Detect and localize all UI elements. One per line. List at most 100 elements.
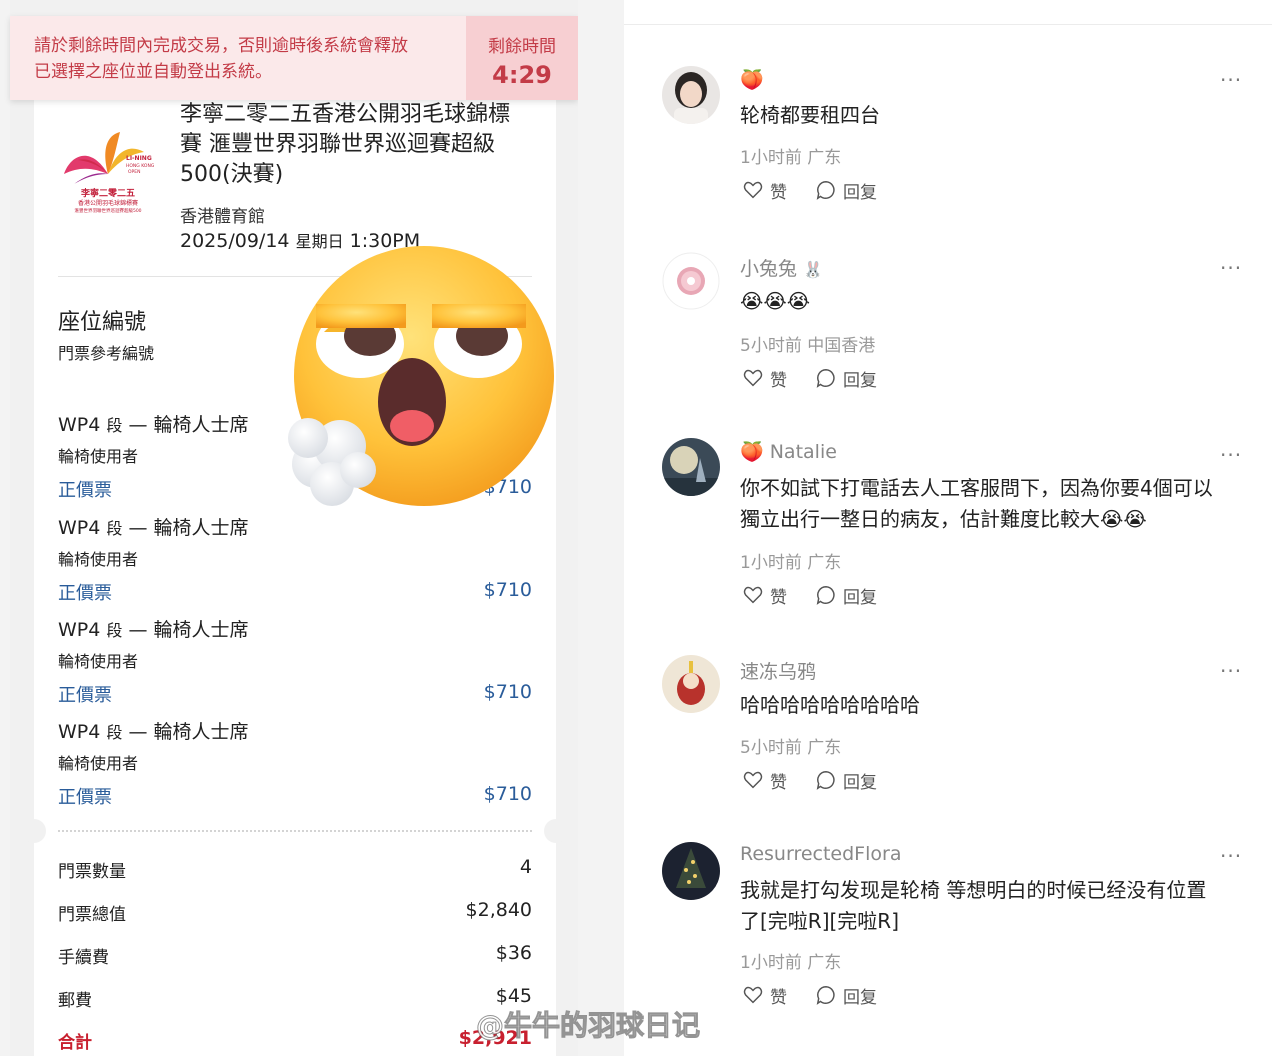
figurine-avatar[interactable]	[662, 655, 720, 713]
countdown-value: 4:29	[492, 61, 552, 89]
comment-text-line2: 獨立出行一整日的病友，估計難度比較大😭😭	[740, 504, 1240, 535]
crying-emoji-icon: 😭😭	[1100, 507, 1147, 531]
comment-actions: 赞 回复	[742, 583, 877, 608]
qty-value: 4	[519, 856, 532, 878]
comment-meta: 1小时前 广东	[740, 948, 841, 973]
event-title-line1: 李寧二零二五香港公開羽毛球錦標	[180, 102, 511, 127]
username[interactable]: ResurrectedFlora	[740, 843, 901, 865]
subtotal-label: 門票總值	[58, 905, 126, 925]
seat-seg: 段	[106, 621, 123, 640]
like-button[interactable]: 赞	[770, 583, 787, 608]
comment-text: 你不如試下打電話去人工客服問下，因為你要4個可以 獨立出行一整日的病友，估計難度…	[740, 473, 1240, 535]
subtotal-value: $2,840	[465, 899, 532, 921]
comment-text: 哈哈哈哈哈哈哈哈哈	[740, 693, 920, 717]
heart-icon[interactable]	[742, 984, 764, 1006]
ticket-checkout-panel: LI-NING HONG KONG OPEN 李寧二零二五 香港公開羽毛球錦標賽…	[10, 0, 578, 1056]
seat-section-title: 座位編號	[58, 310, 147, 335]
reply-button[interactable]: 回复	[843, 178, 877, 203]
ticket-notch	[544, 819, 568, 843]
comment-actions: 赞 回复	[742, 366, 877, 391]
comment-meta: 1小时前 广东	[740, 548, 841, 573]
girl-photo-avatar[interactable]	[662, 66, 720, 124]
peach-icon: 🍑	[740, 441, 764, 463]
reply-button[interactable]: 回复	[843, 768, 877, 793]
comment-text: 我就是打勾发现是轮椅 等想明白的时候已经没有位置 了[完啦R][完啦R]	[740, 875, 1240, 937]
username-text: Natalie	[769, 441, 837, 463]
comment-bubble-icon[interactable]	[815, 584, 837, 606]
more-options-button[interactable]: ···	[1220, 659, 1242, 683]
more-options-button[interactable]: ···	[1220, 68, 1242, 92]
username[interactable]: 速冻乌鸦	[740, 657, 816, 684]
logo-caption: 李寧二零二五 香港公開羽毛球錦標賽 滙豐世界羽聯世界巡迴賽超級500	[60, 130, 156, 226]
timeout-warning-line1: 請於剩餘時間內完成交易，否則逾時後系統會釋放	[34, 36, 408, 56]
heart-icon[interactable]	[742, 769, 764, 791]
countdown-box: 剩餘時間 4:29	[466, 16, 578, 100]
seat-dash: —	[128, 721, 148, 743]
comment-text-line1: 你不如試下打電話去人工客服問下，因為你要4個可以	[740, 476, 1213, 500]
venue: 香港體育館	[180, 207, 265, 227]
comment-time: 1小时前	[740, 553, 802, 573]
ticket-type: 正價票	[58, 685, 112, 706]
event-title-line3: 500(決賽)	[180, 162, 284, 187]
logo-text-line2: 香港公開羽毛球錦標賽	[77, 200, 138, 207]
more-options-button[interactable]: ···	[1220, 844, 1242, 868]
peach-emoji-name[interactable]: 🍑	[740, 68, 764, 91]
donut-avatar[interactable]	[662, 252, 720, 310]
more-options-button[interactable]: ···	[1220, 256, 1242, 280]
more-options-button[interactable]: ···	[1220, 443, 1242, 467]
comment-location: 中国香港	[807, 336, 876, 356]
heart-icon[interactable]	[742, 367, 764, 389]
seat-dash: —	[128, 414, 148, 436]
seat-section: WP4	[58, 619, 101, 641]
reply-button[interactable]: 回复	[843, 583, 877, 608]
gap	[578, 0, 624, 1056]
comment-meta: 1小时前 广东	[740, 143, 841, 168]
username[interactable]: 小兔兔 🐰	[740, 254, 823, 281]
moon-landscape-avatar[interactable]	[662, 438, 720, 496]
seat-area: 輪椅人士席	[153, 721, 249, 743]
comment-text: 轮椅都要租四台	[740, 103, 880, 127]
seat-name: WP4 段 — 輪椅人士席	[58, 513, 249, 540]
seat-section: WP4	[58, 517, 101, 539]
seat-area: 輪椅人士席	[153, 414, 249, 436]
christmas-tree-avatar[interactable]	[662, 842, 720, 900]
seat-section: WP4	[58, 414, 101, 436]
like-button[interactable]: 赞	[770, 768, 787, 793]
username-text: 小兔兔	[740, 258, 798, 280]
heart-icon[interactable]	[742, 584, 764, 606]
seat-section: WP4	[58, 721, 101, 743]
reply-button[interactable]: 回复	[843, 366, 877, 391]
comment-bubble-icon[interactable]	[815, 367, 837, 389]
seat-name: WP4 段 — 輪椅人士席	[58, 615, 249, 642]
seat-user: 輪椅使用者	[58, 754, 139, 773]
ticket-type: 正價票	[58, 787, 112, 808]
comments-panel: 🍑 ··· 轮椅都要租四台 1小时前 广东 赞 回复 小兔兔 🐰 ··· 😭😭😭	[624, 0, 1272, 1056]
like-button[interactable]: 赞	[770, 983, 787, 1008]
seat-dash: —	[128, 619, 148, 641]
seat-name: WP4 段 — 輪椅人士席	[58, 410, 249, 437]
fee-label: 手續費	[58, 948, 109, 968]
like-button[interactable]: 赞	[770, 178, 787, 203]
reply-button[interactable]: 回复	[843, 983, 877, 1008]
heart-icon[interactable]	[742, 179, 764, 201]
comment-text-line2-text: 獨立出行一整日的病友，估計難度比較大	[740, 507, 1100, 531]
perforation-line	[58, 830, 532, 832]
seat-user: 輪椅使用者	[58, 652, 139, 671]
comment-actions: 赞 回复	[742, 768, 877, 793]
comment-bubble-icon[interactable]	[815, 769, 837, 791]
comment-time: 1小时前	[740, 953, 802, 973]
ticket-ref-label: 門票參考編號	[58, 344, 155, 363]
username[interactable]: 🍑 Natalie	[740, 440, 837, 463]
countdown-label: 剩餘時間	[488, 37, 556, 57]
crying-emoji-icon: 😭😭😭	[740, 289, 811, 313]
postage-label: 郵費	[58, 991, 92, 1011]
like-button[interactable]: 赞	[770, 366, 787, 391]
comment-bubble-icon[interactable]	[815, 984, 837, 1006]
screenshot-collage: LI-NING HONG KONG OPEN 李寧二零二五 香港公開羽毛球錦標賽…	[0, 0, 1272, 1056]
comment-location: 广东	[807, 953, 842, 973]
comment-location: 广东	[807, 738, 842, 758]
comment-location: 广东	[807, 553, 842, 573]
event-title: 李寧二零二五香港公開羽毛球錦標 賽 滙豐世界羽聯世界巡迴賽超級 500(決賽)	[180, 100, 544, 190]
comment-bubble-icon[interactable]	[815, 179, 837, 201]
seat-area: 輪椅人士席	[153, 619, 249, 641]
